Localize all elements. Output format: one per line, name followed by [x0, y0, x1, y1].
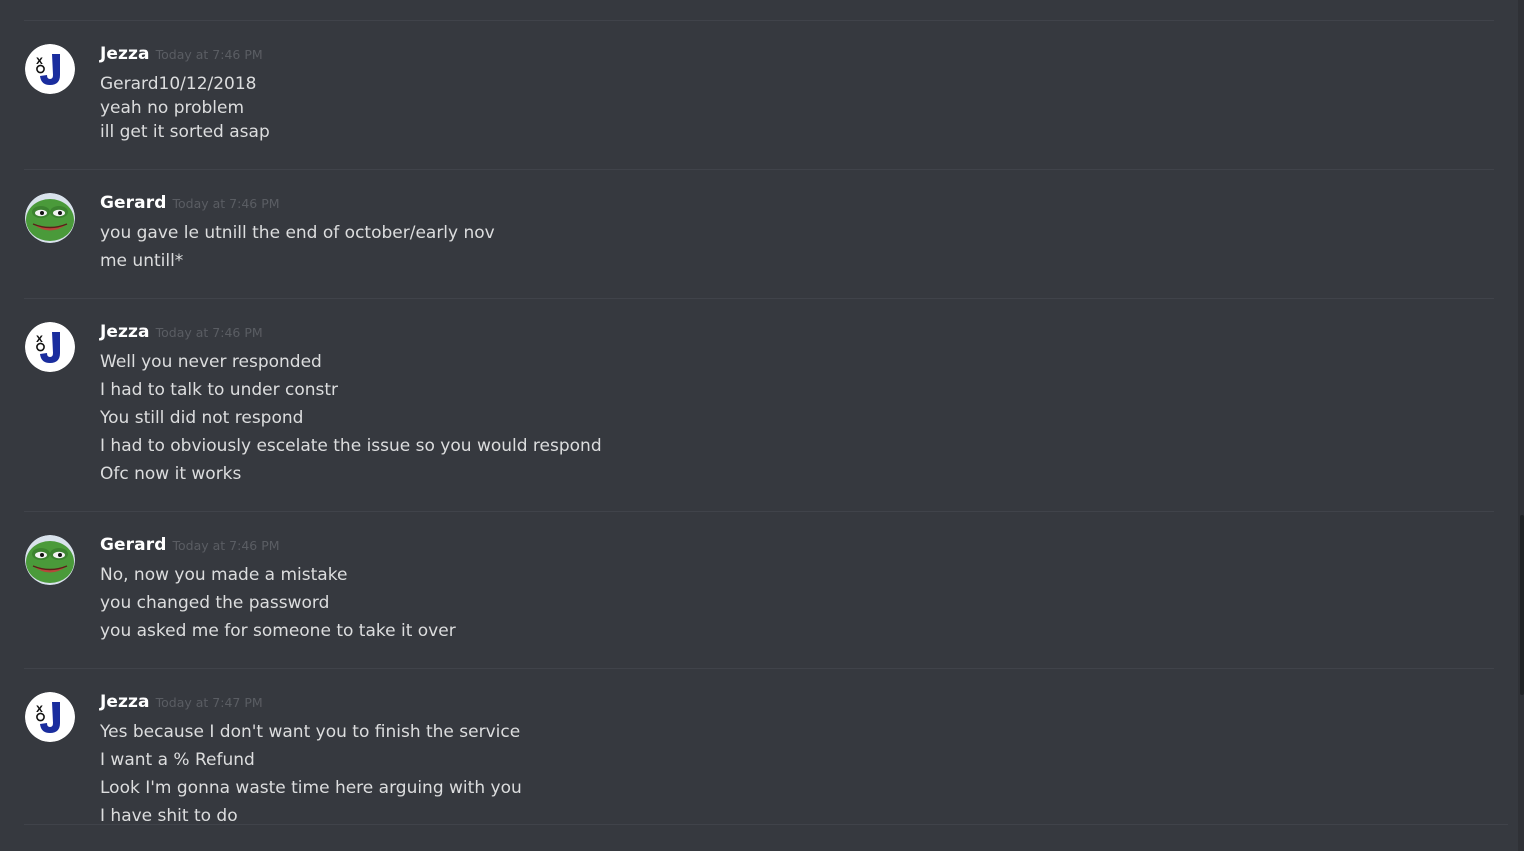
jezza-avatar-icon[interactable]: X — [25, 692, 75, 742]
message-line: yeah no problem — [100, 98, 245, 118]
jezza-avatar-icon[interactable]: X — [25, 44, 75, 94]
pepe-avatar-icon[interactable] — [25, 535, 75, 585]
message-line: Gerard10/12/2018 — [100, 74, 257, 94]
username[interactable]: Gerard — [100, 535, 167, 555]
message-divider — [24, 20, 1494, 21]
message-divider — [24, 824, 1508, 851]
message-line: I had to obviously escelate the issue so… — [100, 436, 602, 456]
message-header: Jezza Today at 7:47 PM — [100, 692, 263, 716]
pepe-avatar-icon[interactable] — [25, 193, 75, 243]
jezza-avatar-icon[interactable]: X — [25, 322, 75, 372]
message-line: No, now you made a mistake — [100, 565, 348, 585]
message-line: Yes because I don't want you to finish t… — [100, 722, 521, 742]
message-line: you changed the password — [100, 593, 330, 613]
message-header: Gerard Today at 7:46 PM — [100, 535, 280, 559]
message-divider — [24, 169, 1494, 170]
message-line: Ofc now it works — [100, 464, 242, 484]
message-header: Jezza Today at 7:46 PM — [100, 322, 263, 346]
message-line: I had to talk to under constr — [100, 380, 339, 400]
message-line: you asked me for someone to take it over — [100, 621, 456, 641]
timestamp: Today at 7:46 PM — [155, 325, 263, 340]
message-line: you gave le utnill the end of october/ea… — [100, 223, 495, 243]
username[interactable]: Jezza — [100, 692, 150, 712]
scrollbar-thumb[interactable] — [1520, 515, 1524, 695]
timestamp: Today at 7:46 PM — [155, 47, 263, 62]
message-divider — [24, 511, 1494, 512]
username[interactable]: Jezza — [100, 322, 150, 342]
message-header: Gerard Today at 7:46 PM — [100, 193, 280, 217]
message-line: You still did not respond — [100, 408, 304, 428]
message-line: Well you never responded — [100, 352, 322, 372]
message-line: ill get it sorted asap — [100, 122, 270, 142]
message-line: me untill* — [100, 251, 184, 271]
message-divider — [24, 298, 1494, 299]
timestamp: Today at 7:47 PM — [155, 695, 263, 710]
timestamp: Today at 7:46 PM — [172, 538, 280, 553]
message-divider — [24, 668, 1494, 669]
chat-message-list: X Jezza Today at 7:46 PM Gerard10/12/2018… — [0, 0, 1494, 851]
message-line: Look I'm gonna waste time here arguing w… — [100, 778, 522, 798]
username[interactable]: Gerard — [100, 193, 167, 213]
timestamp: Today at 7:46 PM — [172, 196, 280, 211]
message-line: I want a % Refund — [100, 750, 255, 770]
username[interactable]: Jezza — [100, 44, 150, 64]
scrollbar-track[interactable] — [1518, 0, 1524, 851]
message-header: Jezza Today at 7:46 PM — [100, 44, 263, 68]
